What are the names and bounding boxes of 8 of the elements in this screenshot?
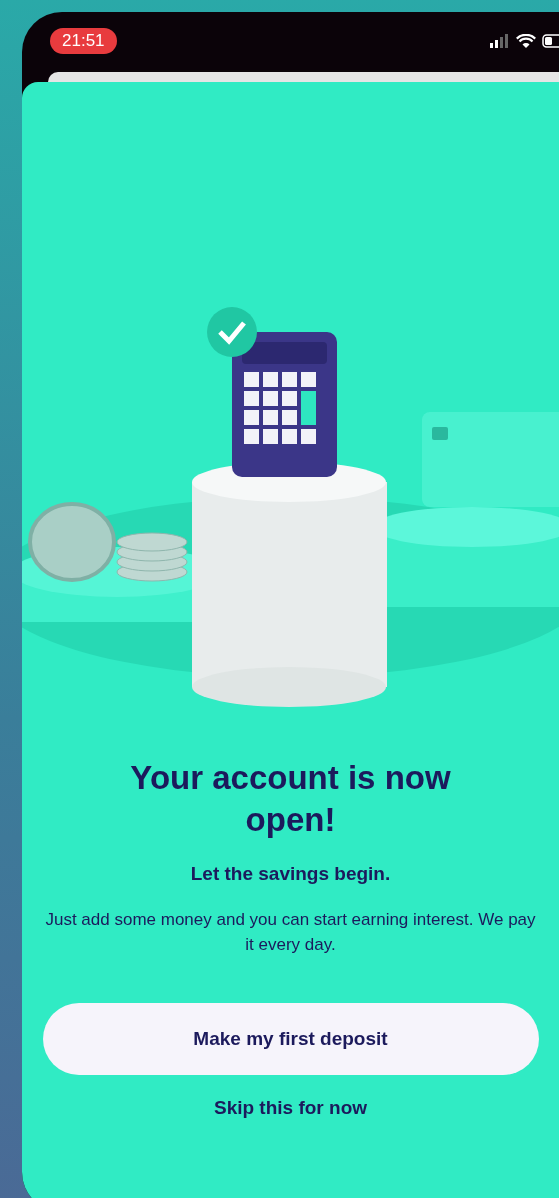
deposit-button[interactable]: Make my first deposit — [42, 1003, 539, 1075]
subheading: Let the savings begin. — [190, 863, 391, 885]
skip-link[interactable]: Skip this for now — [213, 1097, 368, 1119]
signal-icon — [490, 34, 510, 48]
status-time: 21:51 — [50, 28, 117, 54]
body-text: Just add some money and you can start earning interest. We pay it every day. — [44, 909, 537, 956]
heading: Your account is now open! — [129, 758, 452, 840]
wifi-icon — [516, 33, 536, 49]
